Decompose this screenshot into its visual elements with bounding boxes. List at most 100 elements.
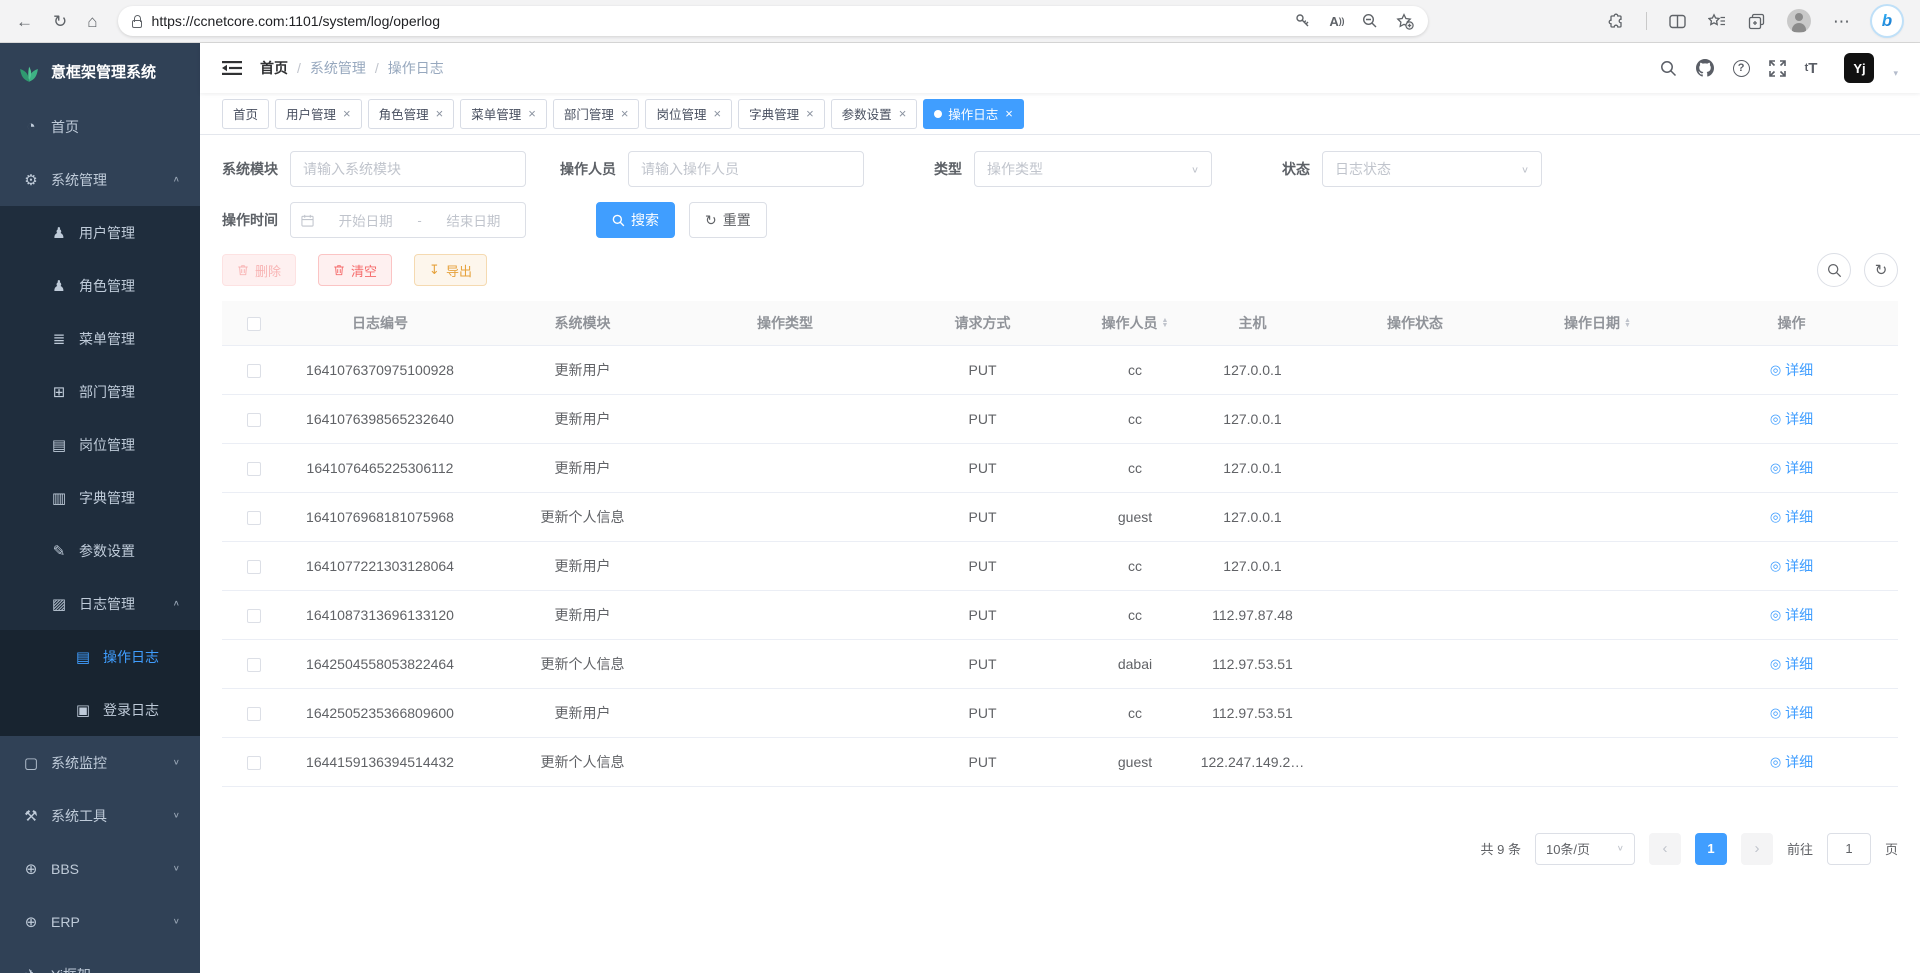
refresh-icon[interactable]: ↻	[53, 13, 67, 30]
collections-icon[interactable]	[1748, 13, 1765, 30]
detail-link[interactable]: ◎ 详细	[1770, 458, 1813, 478]
row-checkbox[interactable]	[247, 413, 261, 427]
col-operator[interactable]: 操作人员 ▲▼	[1085, 301, 1185, 345]
sidebar-item[interactable]: ▥ 字典管理	[0, 471, 200, 524]
detail-link[interactable]: ◎ 详细	[1770, 409, 1813, 429]
browser-profile-avatar[interactable]	[1787, 9, 1811, 33]
row-checkbox[interactable]	[247, 364, 261, 378]
row-checkbox[interactable]	[247, 560, 261, 574]
view-tab[interactable]: 角色管理 ×	[368, 99, 455, 129]
back-icon[interactable]: ←	[16, 13, 33, 30]
tab-close-icon[interactable]: ×	[621, 107, 629, 120]
read-aloud-icon[interactable]: A	[1329, 14, 1343, 29]
tab-close-icon[interactable]: ×	[528, 107, 536, 120]
detail-link[interactable]: ◎ 详细	[1770, 605, 1813, 625]
sort-icon[interactable]: ▲▼	[1624, 318, 1631, 328]
view-tab[interactable]: 首页 ×	[222, 99, 269, 129]
status-select[interactable]: 日志状态 ∨	[1322, 151, 1542, 187]
tab-close-icon[interactable]: ×	[899, 107, 907, 120]
sidebar-item[interactable]: ♟ 角色管理	[0, 259, 200, 312]
module-input[interactable]	[290, 151, 526, 187]
tab-close-icon[interactable]: ×	[436, 107, 444, 120]
tab-close-icon[interactable]: ×	[343, 107, 351, 120]
clear-button[interactable]: 清空	[318, 254, 392, 286]
browser-more-icon[interactable]: ⋯	[1833, 13, 1850, 30]
row-checkbox[interactable]	[247, 756, 261, 770]
sidebar-item[interactable]: ⊕ ERP ∨	[0, 895, 200, 948]
detail-link[interactable]: ◎ 详细	[1770, 703, 1813, 723]
view-tab[interactable]: 菜单管理 ×	[460, 99, 547, 129]
tab-close-icon[interactable]: ×	[713, 107, 721, 120]
select-all-checkbox[interactable]	[247, 317, 261, 331]
search-button[interactable]: 搜索	[596, 202, 675, 238]
operator-input[interactable]	[628, 151, 864, 187]
detail-link[interactable]: ◎ 详细	[1770, 507, 1813, 527]
detail-link[interactable]: ◎ 详细	[1770, 654, 1813, 674]
breadcrumb-system[interactable]: 系统管理	[310, 58, 366, 78]
view-tab[interactable]: 岗位管理 ×	[645, 99, 732, 129]
col-date[interactable]: 操作日期 ▲▼	[1510, 301, 1685, 345]
sidebar-item[interactable]: ⚙ 系统管理 ∧	[0, 153, 200, 206]
table-search-toggle-button[interactable]	[1817, 253, 1851, 287]
page-number-button[interactable]: 1	[1695, 833, 1727, 865]
type-select[interactable]: 操作类型 ∨	[974, 151, 1212, 187]
bing-chat-icon[interactable]: b	[1872, 6, 1902, 36]
detail-link[interactable]: ◎ 详细	[1770, 556, 1813, 576]
date-range-picker[interactable]: 开始日期 - 结束日期	[290, 202, 526, 238]
user-dropdown-caret-icon[interactable]: ▾	[1893, 68, 1898, 79]
sidebar-item[interactable]: ✎ 参数设置	[0, 524, 200, 577]
view-tab[interactable]: 部门管理 ×	[553, 99, 640, 129]
delete-button[interactable]: 删除	[222, 254, 296, 286]
row-checkbox[interactable]	[247, 658, 261, 672]
sort-icon[interactable]: ▲▼	[1162, 318, 1169, 328]
goto-page-input[interactable]	[1827, 833, 1871, 865]
table-refresh-button[interactable]: ↻	[1864, 253, 1898, 287]
password-key-icon[interactable]	[1295, 13, 1311, 29]
sidebar-item[interactable]: ◔ 首页	[0, 100, 200, 153]
sidebar-item[interactable]: ▢ 系统监控 ∨	[0, 736, 200, 789]
view-tab[interactable]: 参数设置 ×	[831, 99, 918, 129]
header-search-icon[interactable]	[1660, 60, 1677, 77]
sidebar-item[interactable]: ≣ 菜单管理	[0, 312, 200, 365]
sidebar-item[interactable]: ▤ 岗位管理	[0, 418, 200, 471]
export-button[interactable]: ↧ 导出	[414, 254, 487, 286]
view-tab[interactable]: 用户管理 ×	[275, 99, 362, 129]
zoom-out-icon[interactable]	[1362, 13, 1378, 29]
row-checkbox[interactable]	[247, 609, 261, 623]
breadcrumb-home[interactable]: 首页	[260, 58, 288, 78]
sidebar-item[interactable]: ▨ 日志管理 ∧	[0, 577, 200, 630]
prev-page-button[interactable]: ‹	[1649, 833, 1681, 865]
home-icon[interactable]: ⌂	[87, 13, 97, 30]
sidebar-item[interactable]: ✈ Yi框架	[0, 948, 200, 973]
fullscreen-icon[interactable]	[1769, 60, 1786, 77]
sidebar-item[interactable]: ⊞ 部门管理	[0, 365, 200, 418]
page-size-select[interactable]: 10条/页 ∨	[1535, 833, 1635, 865]
reset-button[interactable]: ↻ 重置	[689, 202, 767, 238]
collapse-menu-icon[interactable]	[222, 60, 242, 76]
row-checkbox[interactable]	[247, 462, 261, 476]
view-tab[interactable]: 字典管理 ×	[738, 99, 825, 129]
sidebar-item[interactable]: ⚒ 系统工具 ∨	[0, 789, 200, 842]
row-checkbox[interactable]	[247, 707, 261, 721]
url-bar[interactable]: https://ccnetcore.com:1101/system/log/op…	[118, 6, 1428, 36]
font-size-icon[interactable]: tT	[1805, 60, 1818, 77]
url-text[interactable]: https://ccnetcore.com:1101/system/log/op…	[152, 13, 440, 29]
detail-link[interactable]: ◎ 详细	[1770, 360, 1813, 380]
split-screen-icon[interactable]	[1669, 14, 1686, 29]
detail-link[interactable]: ◎ 详细	[1770, 752, 1813, 772]
view-tab[interactable]: 操作日志 ×	[923, 99, 1024, 129]
favorites-bar-icon[interactable]	[1708, 13, 1726, 29]
tab-close-icon[interactable]: ×	[806, 107, 814, 120]
help-icon[interactable]: ?	[1733, 60, 1750, 77]
sidebar-item[interactable]: ▣ 登录日志	[0, 683, 200, 736]
row-checkbox[interactable]	[247, 511, 261, 525]
next-page-button[interactable]: ›	[1741, 833, 1773, 865]
user-avatar[interactable]: Yj	[1844, 53, 1874, 83]
tab-close-icon[interactable]: ×	[1005, 107, 1013, 120]
sidebar-item[interactable]: ♟ 用户管理	[0, 206, 200, 259]
github-icon[interactable]	[1696, 59, 1714, 77]
sidebar-item[interactable]: ⊕ BBS ∨	[0, 842, 200, 895]
favorite-add-icon[interactable]	[1396, 13, 1414, 30]
sidebar-item[interactable]: ▤ 操作日志	[0, 630, 200, 683]
extensions-icon[interactable]	[1607, 13, 1624, 30]
